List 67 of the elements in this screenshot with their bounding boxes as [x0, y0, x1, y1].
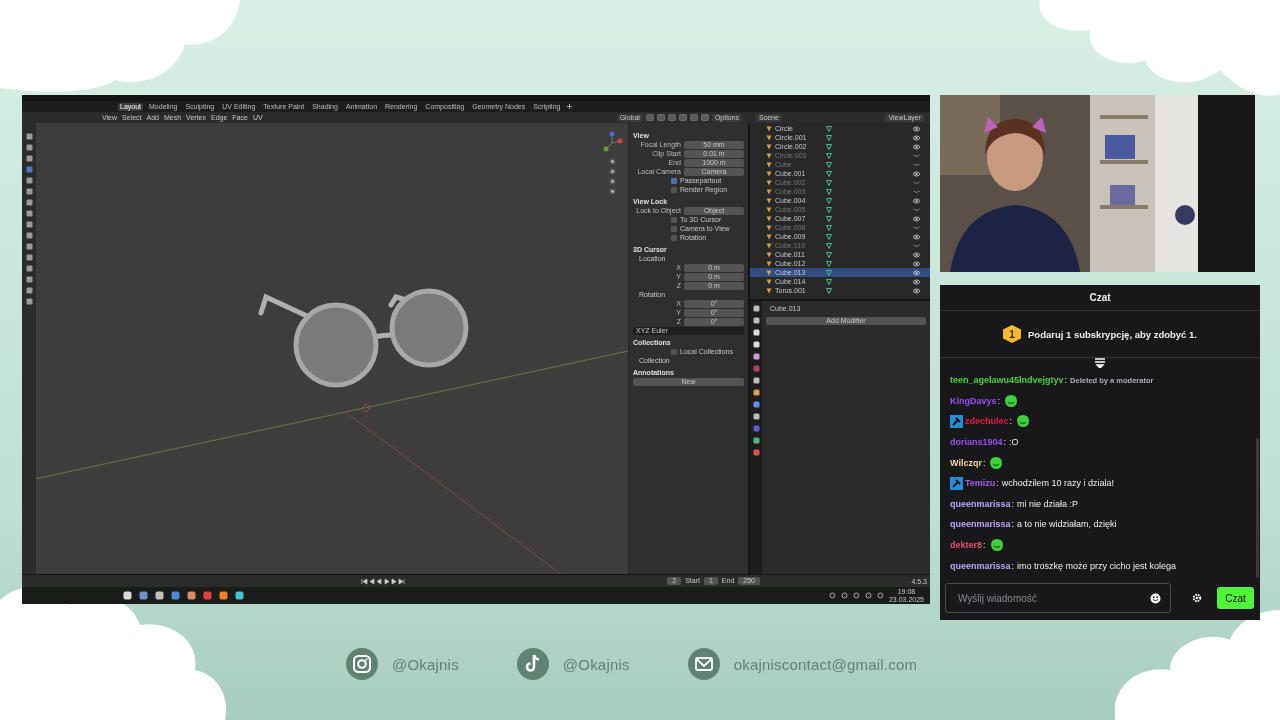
checkbox[interactable] [671, 187, 677, 193]
username[interactable]: queenmarissa [950, 560, 1011, 571]
checkbox[interactable] [671, 226, 677, 232]
collapse-icon [1094, 358, 1106, 368]
instagram-icon [346, 648, 378, 680]
eye-icon [913, 233, 920, 240]
viewport[interactable] [36, 123, 628, 574]
colon: : [996, 478, 999, 489]
tiktok-icon [516, 648, 549, 680]
badge: 1 [1003, 325, 1021, 343]
eye-icon [913, 215, 920, 222]
settings-icon [1192, 593, 1202, 603]
social-handle: @Okajnis [392, 655, 459, 673]
message-text: imo troszkę może przy cicho jest kolega [1017, 560, 1177, 571]
eye-icon [913, 143, 920, 150]
eye-icon [913, 170, 920, 177]
username[interactable]: dekter8 [950, 540, 983, 551]
username[interactable]: KingDavys [950, 395, 997, 406]
eye-icon [913, 197, 920, 204]
colon: : [1011, 560, 1015, 571]
eye-closed-icon [913, 206, 920, 213]
emote-icon [1015, 413, 1032, 430]
social-handle: @Okajnis [562, 655, 630, 673]
gift-message: Podaruj 1 subskrypcję, aby zdobyć 1. [1028, 328, 1197, 340]
username[interactable]: zdechulec [965, 416, 1009, 427]
plus-icon [566, 103, 574, 110]
chat-title: Czat [940, 285, 1260, 311]
eye-icon [913, 134, 920, 141]
emoji-icon [1150, 593, 1161, 604]
eye-icon [913, 278, 920, 285]
username[interactable]: Wilczqr [950, 457, 982, 468]
message-text: a to nie widziałam, dzięki [1017, 519, 1117, 530]
colon: : [1011, 498, 1015, 509]
message-text: wchodzilem 10 razy i dziala! [1001, 478, 1114, 489]
mail-icon [687, 648, 720, 680]
eye-icon [913, 260, 920, 267]
emote-icon [1003, 392, 1020, 409]
emote-icon [988, 454, 1005, 471]
eye-icon [913, 287, 920, 294]
checkbox[interactable] [671, 235, 677, 241]
eye-closed-icon [913, 242, 920, 249]
emote-icon [988, 537, 1005, 554]
colon: : [1064, 375, 1068, 386]
eye-icon [913, 125, 920, 132]
colon: : [1003, 437, 1007, 448]
eye-closed-icon [913, 224, 920, 231]
send-button[interactable]: Czat [1217, 587, 1254, 609]
message-text: :O [1009, 437, 1019, 448]
checkbox[interactable] [671, 178, 677, 184]
message-text: mi nie działa :P [1017, 498, 1079, 509]
colon: : [1011, 519, 1015, 530]
username[interactable]: Temizu [965, 478, 996, 489]
colon: : [997, 395, 1001, 406]
username[interactable]: queenmarissa [950, 519, 1011, 530]
colon: : [983, 540, 986, 551]
checkbox[interactable] [671, 217, 677, 223]
colon: : [1009, 416, 1013, 427]
3d-cursor-icon [361, 403, 371, 413]
eye-icon [913, 269, 920, 276]
checkbox[interactable] [671, 349, 677, 355]
username[interactable]: teen_agelawu45lndvejgtyv [950, 375, 1064, 386]
username[interactable]: queenmarissa [950, 498, 1011, 509]
message-input[interactable]: Wyślij wiadomość [945, 583, 1171, 613]
social-handle: okajniscontact@gmail.com [733, 655, 918, 673]
eye-icon [913, 251, 920, 258]
colon: : [982, 457, 986, 468]
username[interactable]: dorians1904 [950, 437, 1003, 448]
